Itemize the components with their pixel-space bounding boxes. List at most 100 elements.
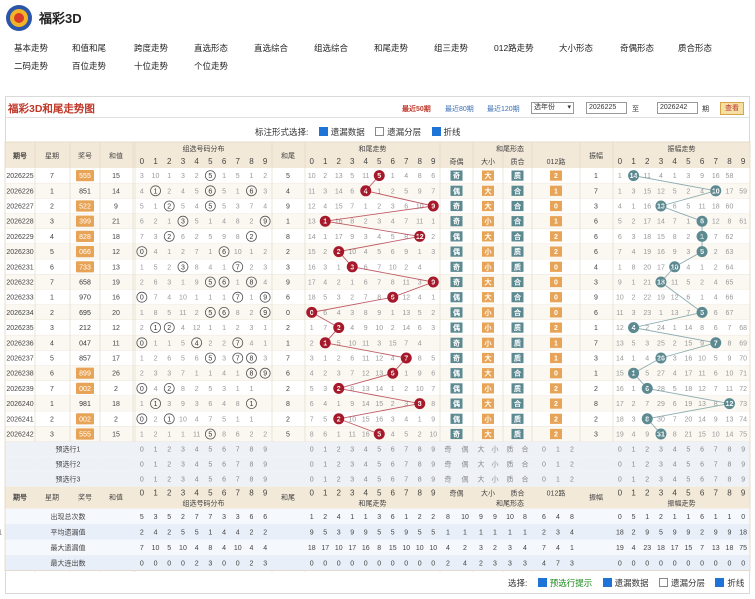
zx-miss: 2 (167, 264, 171, 271)
zf-miss: 17 (684, 371, 692, 378)
stats-zx: 4 (222, 545, 226, 552)
preselect-zx-0: 0 (140, 447, 144, 454)
zx-miss: 7 (181, 371, 185, 378)
zx-miss: 4 (154, 249, 158, 256)
preselect-zf-9: 9 (741, 462, 745, 469)
hw-miss: 8 (377, 295, 381, 302)
stats-label: 最大遗漏值 (51, 543, 86, 552)
stats-zf: 2 (632, 530, 636, 537)
hw-miss: 7 (364, 295, 368, 302)
zf-miss: 1 (632, 280, 636, 287)
stats-form: 3 (479, 545, 483, 552)
preselect-hw-6: 6 (391, 462, 395, 469)
hw-miss: 17 (308, 280, 316, 287)
hw-miss: 4 (350, 325, 354, 332)
stats-form: 2 (479, 561, 483, 568)
zx-miss: 6 (181, 234, 185, 241)
zf-miss: 70 (739, 356, 747, 363)
zx-miss: 3 (167, 371, 171, 378)
stats-form: 3 (570, 561, 574, 568)
hw-miss: 12 (362, 371, 370, 378)
zx-miss: 2 (222, 340, 226, 347)
stats-hw: 0 (377, 561, 381, 568)
rep-zf-digit-7: 7 (714, 489, 719, 498)
hw-miss: 4 (391, 219, 395, 226)
zf-miss: 3 (632, 416, 636, 423)
zx-hit: 0 (140, 340, 144, 347)
rep-zf-digit-9: 9 (741, 489, 746, 498)
zf-miss: 8 (632, 264, 636, 271)
stats-hw: 8 (377, 545, 381, 552)
stats-hw: 0 (391, 561, 395, 568)
row-pc: 质 (514, 430, 521, 439)
rep-zf-digit-6: 6 (700, 489, 705, 498)
stats-zf: 0 (673, 561, 677, 568)
preselect-zx-4: 4 (195, 462, 199, 469)
hw-miss: 5 (310, 386, 314, 393)
preselect-hw-1: 1 (323, 447, 327, 454)
stats-zx: 5 (140, 514, 144, 521)
zf-miss: 1 (632, 356, 636, 363)
zx-miss: 5 (195, 188, 199, 195)
bottom-miss-data-label: 遗漏数据 (614, 578, 649, 588)
zf-miss: 13 (698, 401, 706, 408)
stats-hw: 15 (389, 545, 397, 552)
stats-zf: 0 (727, 561, 731, 568)
bottom-polyline-checkbox[interactable] (715, 578, 725, 587)
row-number: 555 (79, 432, 91, 439)
preselect-zx-8: 8 (249, 477, 253, 484)
row-lu: 0 (554, 280, 558, 287)
hw-miss: 11 (362, 356, 369, 363)
row-number: 066 (79, 249, 91, 256)
zx-miss: 1 (167, 340, 171, 347)
hw-miss: 6 (364, 280, 368, 287)
zf-hit: 7 (714, 340, 718, 347)
stats-zf: 2 (700, 530, 704, 537)
stats-hw: 1 (310, 514, 314, 521)
preselect-zx-2: 2 (167, 477, 171, 484)
zf-miss: 11 (671, 280, 678, 287)
preselect-zx-6: 6 (222, 447, 226, 454)
row-weekday: 5 (50, 249, 54, 256)
preselect-hw-9: 9 (431, 447, 435, 454)
row-weekday: 2 (50, 416, 54, 423)
preselect-hint-checkbox[interactable] (537, 578, 547, 587)
row-number: 851 (79, 188, 91, 195)
hw-miss: 6 (323, 432, 327, 439)
zx-miss: 4 (222, 371, 226, 378)
zx-miss: 1 (167, 173, 171, 180)
hw-digit-header-1: 1 (323, 157, 328, 166)
zf-miss: 25 (657, 340, 665, 347)
stats-hw: 0 (323, 561, 327, 568)
hw-hit: 9 (431, 280, 435, 287)
hw-miss: 13 (402, 310, 410, 317)
stats-zf: 0 (618, 514, 622, 521)
preselect-zx-0: 0 (140, 477, 144, 484)
zx-miss: 5 (154, 264, 158, 271)
hw-miss: 4 (404, 173, 408, 180)
zf-miss: 7 (714, 234, 718, 241)
zf-miss: 7 (727, 325, 731, 332)
rep-zx-digit-3: 3 (181, 489, 186, 498)
preselect-zf-3: 3 (659, 462, 663, 469)
preselect-zf-2: 2 (645, 477, 649, 484)
zf-miss: 23 (643, 310, 651, 317)
zf-miss: 64 (726, 264, 734, 271)
bottom-miss-data-checkbox[interactable] (602, 578, 612, 587)
row-pc: 合 (513, 202, 522, 211)
zf-miss: 5 (686, 204, 690, 211)
zx-miss: 2 (195, 310, 199, 317)
hw-miss: 1 (418, 249, 422, 256)
zx-miss: 1 (263, 325, 267, 332)
zf-miss: 13 (616, 340, 624, 347)
bottom-miss-layer-checkbox[interactable] (659, 578, 669, 587)
hw-digit-header-4: 4 (364, 157, 369, 166)
hw-miss: 7 (377, 280, 381, 287)
row-issue: 2026238 (6, 371, 33, 378)
stats-hw: 1 (350, 514, 354, 521)
row-sum: 20 (112, 310, 120, 317)
row-oe: 奇 (453, 338, 460, 347)
zx-miss: 1 (208, 249, 212, 256)
stats-hw: 9 (404, 530, 408, 537)
stats-zf: 15 (684, 545, 692, 552)
